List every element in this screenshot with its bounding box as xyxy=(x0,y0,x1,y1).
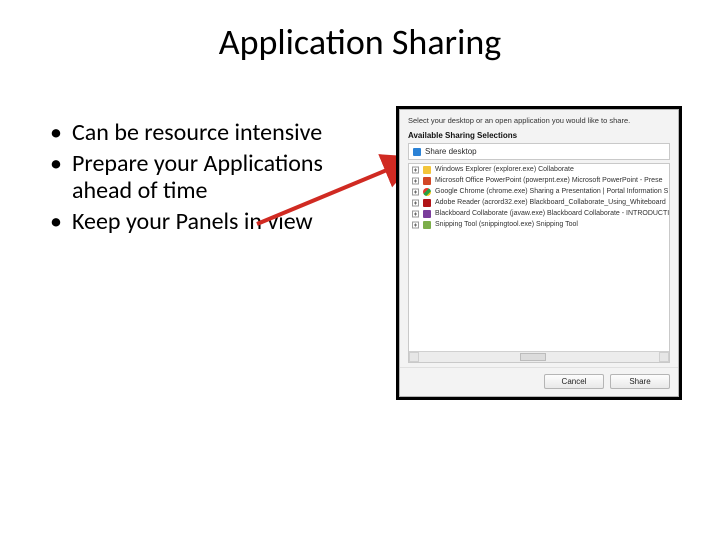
list-item[interactable]: Snipping Tool (snippingtool.exe) Snippin… xyxy=(409,219,669,230)
list-item-label: Windows Explorer (explorer.exe) Collabor… xyxy=(435,166,574,173)
share-desktop-option[interactable]: Share desktop xyxy=(408,143,670,160)
expand-icon[interactable] xyxy=(412,177,419,184)
list-item-label: Blackboard Collaborate (javaw.exe) Black… xyxy=(435,210,669,217)
list-item[interactable]: Google Chrome (chrome.exe) Sharing a Pre… xyxy=(409,186,669,197)
list-item[interactable]: Blackboard Collaborate (javaw.exe) Black… xyxy=(409,208,669,219)
desktop-icon xyxy=(413,148,421,156)
dialog-instruction: Select your desktop or an open applicati… xyxy=(400,110,678,129)
expand-icon[interactable] xyxy=(412,188,419,195)
slide: Application Sharing Can be resource inte… xyxy=(0,0,720,540)
powerpoint-icon xyxy=(423,177,431,185)
expand-icon[interactable] xyxy=(412,199,419,206)
dialog-screenshot: Select your desktop or an open applicati… xyxy=(396,106,682,400)
list-item-label: Snipping Tool (snippingtool.exe) Snippin… xyxy=(435,221,578,228)
explorer-icon xyxy=(423,166,431,174)
chrome-icon xyxy=(423,188,431,196)
application-list[interactable]: Windows Explorer (explorer.exe) Collabor… xyxy=(408,163,670,363)
cancel-button[interactable]: Cancel xyxy=(544,374,604,389)
pdf-icon xyxy=(423,199,431,207)
scroll-right-arrow[interactable] xyxy=(659,352,669,362)
list-item[interactable]: Microsoft Office PowerPoint (powerpnt.ex… xyxy=(409,175,669,186)
expand-icon[interactable] xyxy=(412,221,419,228)
list-item-label: Google Chrome (chrome.exe) Sharing a Pre… xyxy=(435,188,668,195)
share-button[interactable]: Share xyxy=(610,374,670,389)
share-desktop-label: Share desktop xyxy=(425,147,477,156)
expand-icon[interactable] xyxy=(412,166,419,173)
list-item-label: Adobe Reader (acrord32.exe) Blackboard_C… xyxy=(435,199,666,206)
scroll-track[interactable] xyxy=(419,352,659,362)
blackboard-icon xyxy=(423,210,431,218)
scroll-left-arrow[interactable] xyxy=(409,352,419,362)
horizontal-scrollbar[interactable] xyxy=(409,351,669,362)
bullet-item: Can be resource intensive xyxy=(50,120,370,147)
expand-icon[interactable] xyxy=(412,210,419,217)
list-item[interactable]: Adobe Reader (acrord32.exe) Blackboard_C… xyxy=(409,197,669,208)
scroll-thumb[interactable] xyxy=(520,353,546,361)
list-item-label: Microsoft Office PowerPoint (powerpnt.ex… xyxy=(435,177,662,184)
dialog-footer: Cancel Share xyxy=(400,367,678,396)
snipping-tool-icon xyxy=(423,221,431,229)
share-dialog: Select your desktop or an open applicati… xyxy=(399,109,679,397)
dialog-section-label: Available Sharing Selections xyxy=(400,129,678,143)
list-item[interactable]: Windows Explorer (explorer.exe) Collabor… xyxy=(409,164,669,175)
slide-title: Application Sharing xyxy=(0,20,720,64)
